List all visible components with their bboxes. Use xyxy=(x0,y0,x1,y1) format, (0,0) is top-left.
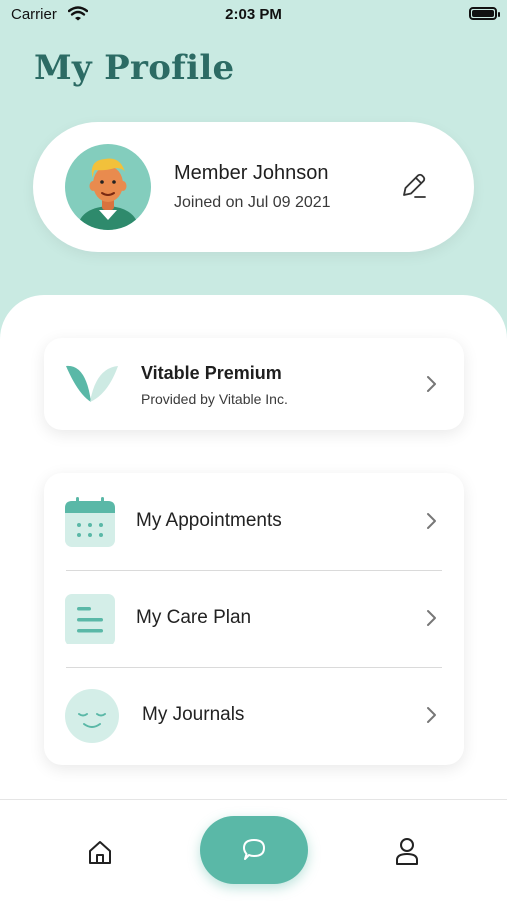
battery-icon xyxy=(469,7,500,20)
calendar-icon xyxy=(65,497,115,547)
plan-name: Vitable Premium xyxy=(141,363,282,383)
vitable-logo-icon xyxy=(66,365,118,402)
status-bar: Carrier 2:03 PM xyxy=(0,0,507,30)
home-icon[interactable] xyxy=(86,838,114,866)
plan-card[interactable]: Vitable Premium Provided by Vitable Inc. xyxy=(44,338,464,430)
joined-date: Joined on Jul 09 2021 xyxy=(174,194,331,211)
chat-button[interactable] xyxy=(200,816,308,884)
chevron-right-icon xyxy=(427,707,436,723)
menu-card: My Appointments My Care Plan My Journals xyxy=(44,473,464,765)
smiley-face-icon xyxy=(65,689,119,743)
member-name: Member Johnson xyxy=(174,162,329,184)
menu-item-label: My Journals xyxy=(142,704,245,725)
menu-item-label: My Care Plan xyxy=(136,607,252,628)
document-icon xyxy=(65,594,115,644)
chevron-right-icon xyxy=(427,610,436,626)
bottom-nav xyxy=(0,799,507,901)
profile-icon[interactable] xyxy=(393,836,421,866)
chat-icon xyxy=(243,839,265,860)
edit-profile-button[interactable] xyxy=(397,170,431,204)
menu-item-journals[interactable]: My Journals xyxy=(44,667,464,764)
chevron-right-icon xyxy=(427,376,436,392)
avatar[interactable] xyxy=(65,144,151,230)
plan-provider: Provided by Vitable Inc. xyxy=(141,391,288,407)
clock-label: 2:03 PM xyxy=(225,6,282,23)
menu-item-label: My Appointments xyxy=(136,510,282,531)
chevron-right-icon xyxy=(427,513,436,529)
menu-item-care-plan[interactable]: My Care Plan xyxy=(44,570,464,667)
menu-item-appointments[interactable]: My Appointments xyxy=(44,473,464,570)
profile-card: Member Johnson Joined on Jul 09 2021 xyxy=(33,122,474,252)
page-title: My Profile xyxy=(34,48,235,88)
